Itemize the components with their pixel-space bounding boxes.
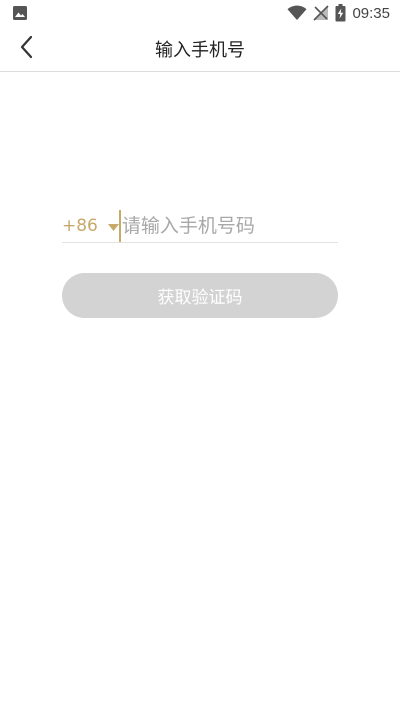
- nav-bar: 输入手机号: [0, 26, 400, 72]
- phone-input[interactable]: [118, 210, 365, 242]
- login-phone-screen: 09:35 输入手机号 +86 获取验证码: [0, 0, 400, 711]
- no-sim-icon: [313, 5, 330, 21]
- image-icon: [12, 5, 28, 21]
- caret-down-icon: [107, 217, 119, 236]
- get-code-button[interactable]: 获取验证码: [62, 273, 338, 318]
- country-code-selector[interactable]: +86: [62, 210, 119, 242]
- status-bar: 09:35: [0, 0, 400, 26]
- status-right: 09:35: [287, 4, 390, 22]
- status-time: 09:35: [352, 4, 390, 22]
- status-left: [12, 5, 28, 21]
- chevron-left-icon: [19, 35, 35, 63]
- page-title: 输入手机号: [155, 39, 245, 61]
- back-button[interactable]: [12, 34, 42, 64]
- phone-input-row: +86: [62, 210, 365, 243]
- wifi-icon: [287, 5, 307, 21]
- battery-charging-icon: [335, 4, 346, 22]
- country-code-label: +86: [62, 216, 98, 236]
